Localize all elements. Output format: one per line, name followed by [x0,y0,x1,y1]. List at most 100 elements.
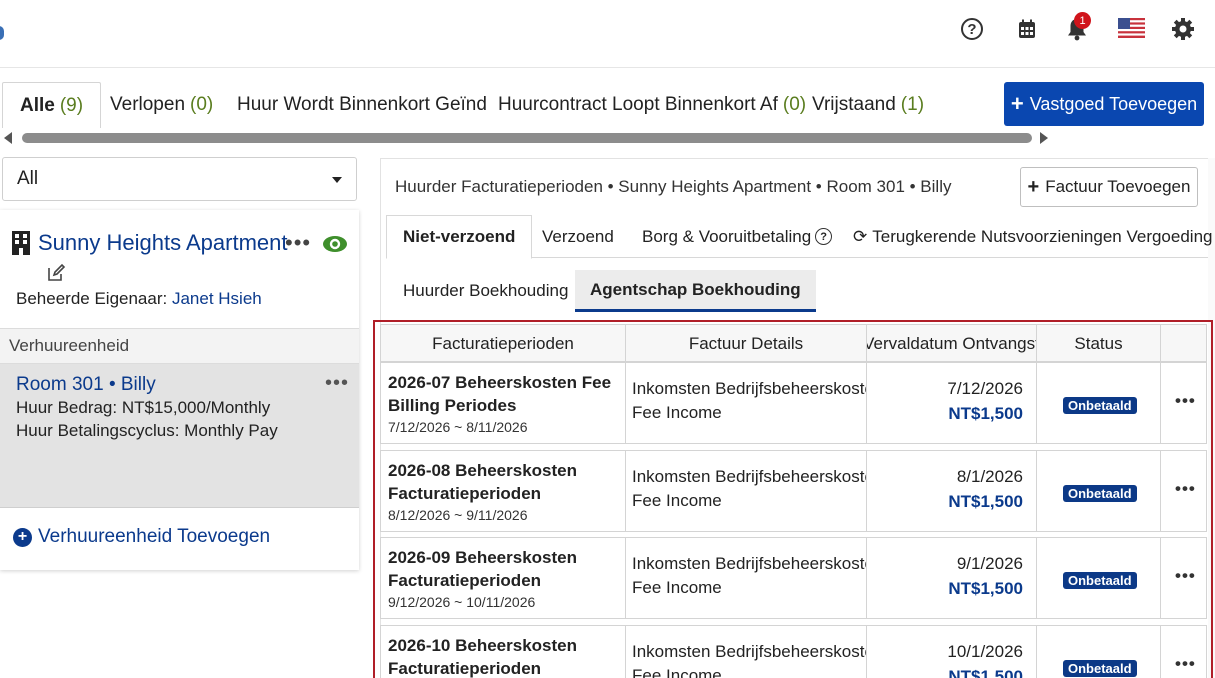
row-more-icon[interactable]: ••• [1175,654,1196,674]
owner-label: Beheerde Eigenaar: [16,289,168,308]
row-more-icon[interactable]: ••• [1175,391,1196,411]
edit-icon[interactable] [46,263,66,283]
invoice-amount: NT$1,500 [948,579,1023,598]
table-row[interactable]: 2026-07 Beheerskosten Fee Billing Period… [380,362,1207,444]
column-header: Factuur Details [626,325,867,363]
tab-label: Terugkerende Nutsvoorzieningen Vergoedin… [872,226,1213,246]
tab-lease-ending-soon[interactable]: Huurcontract Loopt Binnenkort Af (0) [498,82,806,128]
plus-icon: + [1010,91,1024,116]
add-property-button[interactable]: + Vastgoed Toevoegen [1004,82,1204,126]
column-header: Vervaldatum Ontvangst [867,325,1037,363]
add-unit-link[interactable]: + Verhuureenheid Toevoegen [13,526,270,548]
tab-count: (1) [900,94,925,115]
billing-period-range: 9/12/2026 ~ 10/11/2026 [388,594,536,610]
property-filter-select[interactable]: All [2,157,357,201]
unit-rent-cycle: Huur Betalingscyclus: Monthly Pay [16,421,278,440]
us-flag-icon[interactable] [1118,18,1145,38]
owner-name-link[interactable]: Janet Hsieh [172,289,262,308]
property-name[interactable]: Sunny Heights Apartment [38,230,287,256]
subtab-tenant-accounting[interactable]: Huurder Boekhouding [403,270,568,312]
invoice-detail-category: Inkomsten Bedrijfsbeheerskoste [632,642,867,661]
help-icon[interactable]: ? [815,228,833,245]
tab-label: Vrijstaand [812,94,896,115]
app-logo-fragment [0,26,4,40]
select-value: All [17,168,39,189]
scroll-right-arrow-icon[interactable] [1040,132,1048,144]
add-property-label: Vastgoed Toevoegen [1029,93,1198,114]
help-icon-glyph: ? [961,18,983,40]
building-icon [12,231,30,255]
tab-recurring-utilities[interactable]: ⟳ Terugkerende Nutsvoorzieningen Vergoed… [853,215,1212,258]
column-header: Facturatieperioden [381,325,626,363]
invoice-amount: NT$1,500 [948,492,1023,511]
add-unit-label: Verhuureenheid Toevoegen [38,526,271,547]
column-header: Status [1037,325,1161,363]
tab-count: (0) [190,94,214,115]
managed-owner: Beheerde Eigenaar: Janet Hsieh [16,289,262,309]
subtab-agency-accounting[interactable]: Agentschap Boekhouding [575,270,816,312]
column-header [1161,325,1207,363]
plus-circle-icon: + [13,527,32,547]
property-more-icon[interactable]: ••• [285,232,311,254]
unit-section-header: Verhuureenheid [0,328,359,364]
tab-count: (9) [59,94,84,116]
breadcrumb: Huurder Facturatieperioden • Sunny Heigh… [395,177,952,196]
tab-all[interactable]: Alle (9) [2,82,102,128]
due-date: 8/1/2026 [956,467,1023,486]
billing-period-title[interactable]: 2026-07 Beheerskosten Fee Billing Period… [388,371,620,417]
invoice-detail-item: Fee Income [632,666,722,678]
tab-label: Alle [20,94,55,116]
billing-period-range: 7/12/2026 ~ 8/11/2026 [388,419,528,435]
table-row[interactable]: 2026-08 Beheerskosten Facturatieperioden… [380,450,1207,532]
invoice-detail-category: Inkomsten Bedrijfsbeheerskoste [632,467,867,486]
scroll-left-arrow-icon[interactable] [4,132,12,144]
unit-rent-amount: Huur Bedrag: NT$15,000/Monthly [16,398,271,417]
plus-icon: + [1027,176,1040,198]
status-badge: Onbetaald [1063,572,1137,589]
invoice-tabs: Niet-verzoend Verzoend Borg & Vooruitbet… [386,215,1212,259]
tab-sent[interactable]: Verzoend [542,215,614,258]
tab-label: Huurcontract Loopt Binnenkort Af [498,94,778,115]
add-invoice-button[interactable]: + Factuur Toevoegen [1020,167,1198,207]
billing-period-title[interactable]: 2026-10 Beheerskosten Facturatieperioden [388,634,620,678]
tab-count: (0) [782,94,807,115]
unit-more-icon[interactable]: ••• [325,372,349,395]
top-bar: ? 1 [0,0,1215,68]
invoice-detail-item: Fee Income [632,578,722,597]
due-date: 9/1/2026 [956,554,1023,573]
scrollbar-thumb[interactable] [22,133,1032,143]
tab-deposit-prepayment[interactable]: Borg & Vooruitbetaling ? [642,215,833,258]
table-row[interactable]: 2026-10 Beheerskosten Facturatieperioden… [380,625,1207,678]
billing-period-range: 8/12/2026 ~ 9/11/2026 [388,507,528,523]
invoice-detail-item: Fee Income [632,403,722,422]
tab-vacant[interactable]: Vrijstaand (1) [812,82,924,128]
row-more-icon[interactable]: ••• [1175,479,1196,499]
table-row[interactable]: 2026-09 Beheerskosten Facturatieperioden… [380,537,1207,619]
notification-count-badge: 1 [1074,12,1091,29]
billing-period-title[interactable]: 2026-09 Beheerskosten Facturatieperioden [388,546,620,592]
due-date: 7/12/2026 [947,379,1023,398]
due-date: 10/1/2026 [947,642,1023,661]
help-icon[interactable]: ? [959,16,985,42]
tab-not-sent[interactable]: Niet-verzoend [386,215,533,259]
unit-list-item[interactable]: Room 301 • Billy ••• Huur Bedrag: NT$15,… [0,364,359,508]
refresh-icon: ⟳ [853,226,868,246]
row-more-icon[interactable]: ••• [1175,566,1196,586]
gear-icon[interactable] [1170,16,1196,42]
tab-expired[interactable]: Verlopen (0) [110,82,213,128]
chevron-down-icon [332,177,342,183]
eye-icon[interactable] [322,234,348,254]
tab-label: Huur Wordt Binnenkort Geïnd [237,94,487,115]
status-badge: Onbetaald [1063,397,1137,414]
status-badge: Onbetaald [1063,660,1137,677]
status-badge: Onbetaald [1063,485,1137,502]
tab-rent-due-soon[interactable]: Huur Wordt Binnenkort Geïnd [237,82,487,128]
billing-period-title[interactable]: 2026-08 Beheerskosten Facturatieperioden [388,459,620,505]
calendar-icon[interactable] [1014,16,1040,42]
unit-title[interactable]: Room 301 • Billy [16,374,156,396]
tabs-horizontal-scrollbar[interactable] [4,130,1052,146]
invoice-detail-item: Fee Income [632,491,722,510]
add-invoice-label: Factuur Toevoegen [1045,177,1191,196]
tab-label: Borg & Vooruitbetaling [642,226,812,246]
property-card: Sunny Heights Apartment ••• Beheerde Eig… [0,210,359,570]
